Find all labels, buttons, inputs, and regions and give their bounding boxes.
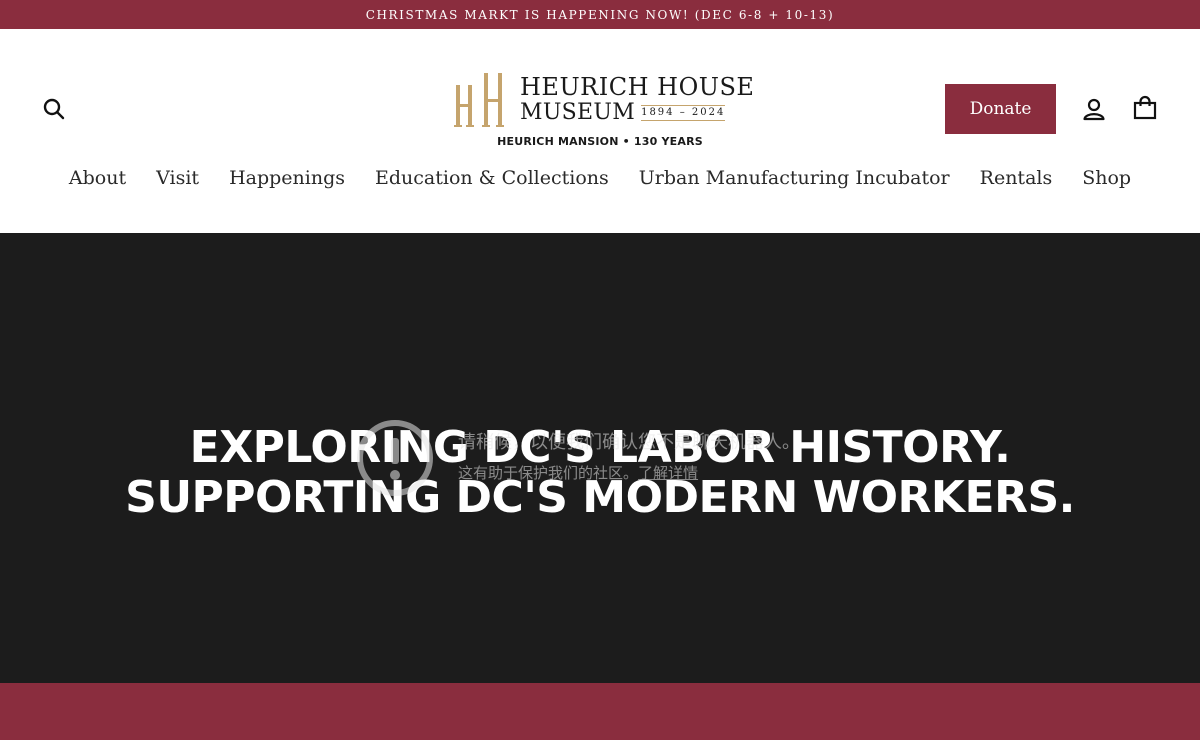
nav-item-rentals[interactable]: Rentals <box>980 167 1053 197</box>
nav-item-happenings[interactable]: Happenings <box>229 167 345 197</box>
announcement-bar[interactable]: CHRISTMAS MARKT IS HAPPENING NOW! (DEC 6… <box>0 0 1200 29</box>
bot-check-subtitle: 这有助于保护我们的社区。 <box>458 464 639 482</box>
site-header: HEURICH HOUSE MUSEUM 1894 – 2024 HEURICH… <box>0 29 1200 233</box>
footer-band <box>0 683 1200 740</box>
logo-line1: HEURICH HOUSE <box>520 73 755 101</box>
logo-wordmark: HEURICH HOUSE MUSEUM 1894 – 2024 <box>520 73 755 124</box>
donate-button[interactable]: Donate <box>945 84 1056 134</box>
nav-item-visit[interactable]: Visit <box>156 167 199 197</box>
search-button[interactable] <box>38 93 70 125</box>
alert-circle-icon <box>357 420 433 496</box>
search-icon <box>43 98 65 120</box>
account-button[interactable] <box>1078 93 1110 125</box>
cart-button[interactable] <box>1129 92 1161 124</box>
site-logo[interactable]: HEURICH HOUSE MUSEUM 1894 – 2024 HEURICH… <box>450 69 755 151</box>
shopping-bag-icon <box>1133 95 1157 120</box>
bot-check-subtitle-row: 这有助于保护我们的社区。了解详情 <box>458 462 698 483</box>
learn-more-link[interactable]: 了解详情 <box>638 464 698 482</box>
bot-check-title: 请稍候，以便我们确认您不是聊天机器人。 <box>458 432 800 453</box>
bot-check-overlay: 请稍候，以便我们确认您不是聊天机器人。 这有助于保护我们的社区。了解详情 <box>355 418 875 498</box>
user-icon <box>1083 98 1105 121</box>
logo-years: 1894 – 2024 <box>641 105 726 121</box>
main-nav: About Visit Happenings Education & Colle… <box>0 167 1200 197</box>
hero-banner: EXPLORING DC'S LABOR HISTORY. SUPPORTING… <box>0 233 1200 683</box>
announcement-text[interactable]: CHRISTMAS MARKT IS HAPPENING NOW! (DEC 6… <box>366 8 835 22</box>
nav-item-shop[interactable]: Shop <box>1082 167 1131 197</box>
nav-item-education-collections[interactable]: Education & Collections <box>375 167 609 197</box>
logo-line2-row: MUSEUM 1894 – 2024 <box>520 102 752 124</box>
logo-line2: MUSEUM <box>520 100 636 125</box>
hh-monogram-icon <box>454 73 504 127</box>
nav-item-urban-manufacturing-incubator[interactable]: Urban Manufacturing Incubator <box>639 167 950 197</box>
logo-tagline: HEURICH MANSION • 130 YEARS <box>497 135 703 148</box>
nav-item-about[interactable]: About <box>69 167 126 197</box>
